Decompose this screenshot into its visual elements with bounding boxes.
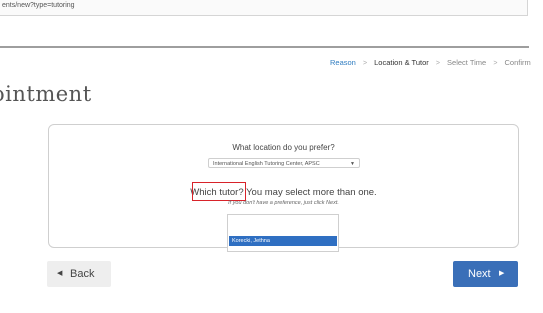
triangle-left-icon: ◀ bbox=[57, 270, 63, 277]
address-bar[interactable]: ents/new?type=tutoring bbox=[0, 0, 528, 16]
header-divider bbox=[0, 46, 529, 48]
progress-steps: Reason > Location & Tutor > Select Time … bbox=[330, 58, 543, 67]
tutor-question: Which tutor? You may select more than on… bbox=[49, 187, 518, 198]
tutor-hint: If you don't have a preference, just cli… bbox=[228, 200, 339, 206]
step-select-time: Select Time bbox=[447, 58, 487, 67]
next-button-label: Next bbox=[468, 268, 491, 280]
next-button[interactable]: Next ▶ bbox=[453, 261, 518, 287]
location-question: What location do you prefer? bbox=[232, 143, 335, 152]
page-title: ointment bbox=[0, 82, 92, 106]
step-reason[interactable]: Reason bbox=[330, 58, 356, 67]
triangle-right-icon: ▶ bbox=[499, 270, 505, 277]
back-button[interactable]: ◀ Back bbox=[47, 261, 111, 287]
step-separator-icon: > bbox=[362, 60, 368, 67]
tutor-option-selected[interactable]: Korecki, Jethna bbox=[229, 236, 337, 246]
url-text: ents/new?type=tutoring bbox=[2, 2, 75, 9]
back-button-label: Back bbox=[70, 268, 95, 280]
location-select-value: International English Tutoring Center, A… bbox=[213, 161, 320, 167]
location-select[interactable]: International English Tutoring Center, A… bbox=[208, 158, 360, 168]
tutor-question-note: You may select more than one. bbox=[243, 187, 377, 198]
step-location-tutor: Location & Tutor bbox=[374, 58, 429, 67]
caret-down-icon: ▼ bbox=[350, 161, 355, 167]
step-separator-icon: > bbox=[435, 60, 440, 67]
tutor-listbox[interactable]: Korecki, Jethna bbox=[227, 214, 339, 252]
form-card: What location do you prefer? Internation… bbox=[48, 124, 519, 252]
highlight-box bbox=[192, 182, 246, 201]
step-separator-icon: > bbox=[493, 60, 498, 67]
step-confirm: Confirm bbox=[504, 58, 531, 67]
